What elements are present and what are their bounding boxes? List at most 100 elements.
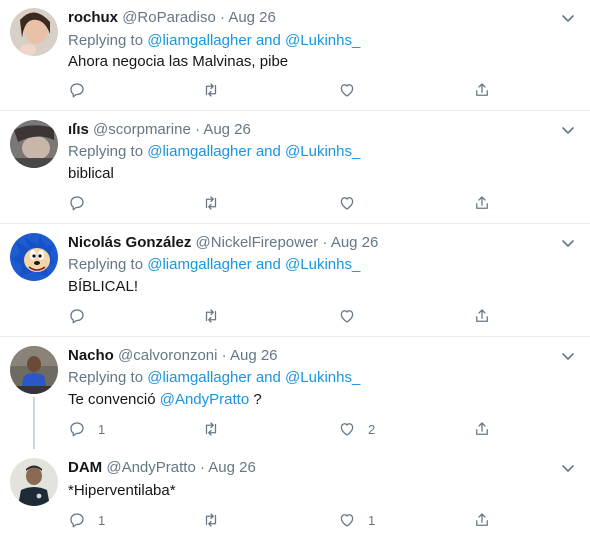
tweet[interactable]: DAM @AndyPratto · Aug 26 *Hiperventilaba… [0,449,590,547]
chevron-down-icon[interactable] [560,460,576,476]
display-name[interactable]: ıſıs [68,121,89,138]
reply-icon [70,309,84,324]
like-button[interactable] [338,306,368,326]
like-icon [340,310,354,323]
replying-to-label: Replying to [68,143,144,160]
tweet[interactable]: rochux @RoParadiso · Aug 26 Replying to … [0,0,590,110]
mention-link[interactable]: @Lukinhs_ [285,143,360,160]
retweet-icon [205,196,217,210]
retweet-icon [205,513,217,527]
mention-link[interactable]: @Lukinhs_ [285,32,360,49]
retweet-icon [205,422,217,436]
handle[interactable]: @scorpmarine [93,121,191,138]
reply-button[interactable]: 1 [68,419,105,439]
mention-link[interactable]: @AndyPratto [160,391,249,408]
replying-to: Replying to @liamgallagher and @Lukinhs_ [68,255,360,275]
reply-button[interactable] [68,193,98,213]
chevron-down-icon[interactable] [560,122,576,138]
like-icon [340,197,354,210]
mention-link[interactable]: @liamgallagher [147,369,251,386]
like-icon [340,423,354,436]
timestamp[interactable]: Aug 26 [228,9,276,26]
share-button[interactable] [473,306,491,326]
reply-icon [70,513,84,528]
handle[interactable]: @RoParadiso [122,9,216,26]
tweet-actions [68,193,498,213]
reply-count: 1 [98,421,106,437]
chevron-down-icon[interactable] [560,10,576,26]
tweet-text: Ahora negocia las Malvinas, pibe [68,53,289,70]
mention-link[interactable]: @liamgallagher [147,143,251,160]
replying-to-and[interactable]: and [256,369,281,386]
display-name[interactable]: Nicolás González [68,234,191,251]
display-name[interactable]: DAM [68,459,102,476]
retweet-icon [205,309,217,323]
separator-dot: · [219,9,225,26]
retweet-icon [205,83,217,97]
replying-to-and[interactable]: and [256,32,281,49]
share-button[interactable] [473,193,491,213]
separator-dot: · [322,234,328,251]
replying-to-label: Replying to [68,256,144,273]
retweet-button[interactable] [202,419,232,439]
retweet-button[interactable] [202,306,232,326]
like-button[interactable] [338,193,368,213]
mention-link[interactable]: @liamgallagher [147,256,251,273]
avatar[interactable] [10,8,58,56]
chevron-down-icon[interactable] [560,348,576,364]
mention-link[interactable]: @Lukinhs_ [285,256,360,273]
replying-to-and[interactable]: and [256,256,281,273]
share-button[interactable] [473,80,491,100]
tweet-actions: 1 1 [68,510,498,530]
timestamp[interactable]: Aug 26 [203,121,251,138]
chevron-down-icon[interactable] [560,235,576,251]
share-icon [476,196,488,209]
share-icon [476,422,488,435]
retweet-button[interactable] [202,80,232,100]
replying-to-and[interactable]: and [256,143,281,160]
share-icon [476,513,488,526]
avatar[interactable] [10,458,58,506]
retweet-button[interactable] [202,510,232,530]
like-button[interactable] [338,80,368,100]
reply-icon [70,196,84,211]
replying-to: Replying to @liamgallagher and @Lukinhs_ [68,368,360,388]
reply-button[interactable]: 1 [68,510,105,530]
tweet[interactable]: ıſıs @scorpmarine · Aug 26 Replying to @… [0,111,590,223]
avatar[interactable] [10,346,58,394]
timestamp[interactable]: Aug 26 [208,459,256,476]
like-button[interactable]: 2 [338,419,375,439]
tweet-text: *Hiperventilaba* [68,482,176,499]
display-name[interactable]: Nacho [68,347,114,364]
replying-to-label: Replying to [68,369,144,386]
replying-to: Replying to @liamgallagher and @Lukinhs_ [68,31,360,51]
reply-button[interactable] [68,306,98,326]
handle[interactable]: @NickelFirepower [196,234,319,251]
tweet[interactable]: Nicolás González @NickelFirepower · Aug … [0,224,590,336]
tweet-actions [68,306,498,326]
tweet-header: ıſıs @scorpmarine · Aug 26 [68,120,251,140]
tweet-actions [68,80,498,100]
reply-button[interactable] [68,80,98,100]
avatar[interactable] [10,233,58,281]
tweet-text-part: ? [253,391,262,408]
display-name[interactable]: rochux [68,9,118,26]
retweet-button[interactable] [202,193,232,213]
tweet-text: biblical [68,165,114,182]
avatar[interactable] [10,120,58,168]
tweet-header: Nacho @calvoronzoni · Aug 26 [68,346,278,366]
mention-link[interactable]: @Lukinhs_ [285,369,360,386]
like-button[interactable]: 1 [338,510,375,530]
tweet-text-part: Te convenció [68,391,156,408]
handle[interactable]: @AndyPratto [106,459,195,476]
tweet-header: DAM @AndyPratto · Aug 26 [68,458,256,478]
share-button[interactable] [473,510,491,530]
timestamp[interactable]: Aug 26 [230,347,278,364]
timestamp[interactable]: Aug 26 [331,234,379,251]
share-button[interactable] [473,419,491,439]
tweet-header: Nicolás González @NickelFirepower · Aug … [68,233,378,253]
handle[interactable]: @calvoronzoni [118,347,217,364]
tweet[interactable]: Nacho @calvoronzoni · Aug 26 Replying to… [0,337,590,449]
reply-icon [70,422,84,437]
mention-link[interactable]: @liamgallagher [147,32,251,49]
